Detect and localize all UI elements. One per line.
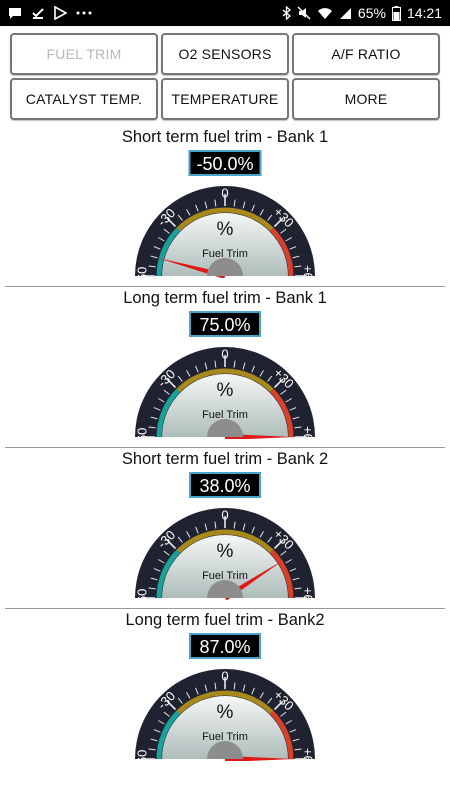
battery-icon	[391, 5, 401, 21]
signal-icon	[339, 7, 352, 20]
gauge-title: Short term fuel trim - Bank 2	[121, 450, 329, 468]
gauge-title: Long term fuel trim - Bank 1	[123, 289, 327, 307]
tab-o2-sensors[interactable]: O2 SENSORS	[161, 33, 289, 75]
message-icon	[8, 7, 22, 20]
bluetooth-icon	[282, 6, 291, 20]
gauge-title: Short term fuel trim - Bank 1	[121, 128, 329, 146]
gauge-tick-label: -60	[134, 267, 149, 278]
gauge-panel-short-term-bank2: Short term fuel trim - Bank 2 38.0% -60-…	[0, 448, 450, 608]
tab-catalyst-temp[interactable]: CATALYST TEMP.	[10, 78, 158, 120]
tab-fuel-trim[interactable]: FUEL TRIM	[10, 33, 158, 75]
mute-icon	[297, 6, 311, 20]
gauge-panel-long-term-bank2: Long term fuel trim - Bank2 87.0% -60 -30…	[0, 609, 450, 769]
gauge-readout: -50.0%	[188, 150, 262, 176]
gauge-unit: %	[217, 219, 234, 240]
fuel-trim-gauge: -60-300+30+60%Fuel Trim	[134, 346, 316, 439]
fuel-trim-gauge: -60-300+30+60%Fuel Trim	[134, 507, 316, 600]
gauge-tick-label: -60	[134, 589, 149, 600]
play-store-icon	[54, 6, 67, 20]
download-done-icon	[31, 6, 45, 20]
gauge-tick-label: +60	[301, 748, 316, 761]
category-tabs: FUEL TRIM O2 SENSORS A/F RATIO CATALYST …	[10, 33, 440, 120]
gauge-tick-label: -60	[134, 750, 149, 761]
status-bar: 65% 14:21	[0, 0, 450, 26]
gauge-readout: 38.0%	[189, 472, 261, 498]
gauge-tick-label: 0	[221, 346, 228, 361]
gauge-unit: %	[217, 541, 234, 562]
battery-percent: 65%	[357, 5, 386, 21]
gauge-unit: %	[217, 380, 234, 401]
wifi-icon	[317, 7, 333, 20]
gauge-tick-label: 0	[221, 668, 228, 683]
gauge-panel-short-term-bank1: Short term fuel trim - Bank 1 -50.0% -60…	[0, 126, 450, 286]
gauge-tick-label: +60	[301, 587, 316, 600]
clock: 14:21	[406, 5, 442, 21]
gauge-title: Long term fuel trim - Bank2	[125, 611, 325, 629]
fuel-trim-gauge: -60-300+30+60%Fuel Trim	[134, 185, 316, 278]
tab-more[interactable]: MORE	[292, 78, 440, 120]
gauge-tick-label: 0	[221, 185, 228, 200]
gauge-panel-long-term-bank1: Long term fuel trim - Bank 1 75.0% -60 -3…	[0, 287, 450, 447]
gauge-tick-label: +60	[301, 265, 316, 278]
gauge-readout: 75.0%	[189, 311, 261, 337]
tab-temperature[interactable]: TEMPERATURE	[161, 78, 289, 120]
tab-af-ratio[interactable]: A/F RATIO	[292, 33, 440, 75]
gauge-unit: %	[217, 702, 234, 723]
gauge-tick-label: +60	[301, 426, 316, 439]
fuel-trim-gauge: -60-300+30+60%Fuel Trim	[134, 668, 316, 761]
gauge-tick-label: 0	[221, 507, 228, 522]
gauge-tick-label: -60	[134, 428, 149, 439]
more-dots-icon	[76, 11, 92, 15]
gauge-readout: 87.0%	[189, 633, 261, 659]
